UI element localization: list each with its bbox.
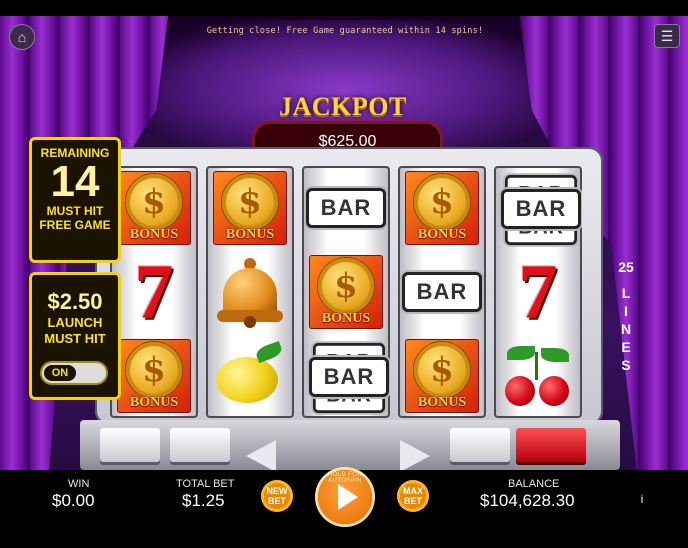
deck-button-3[interactable] xyxy=(450,428,510,462)
total-bet-value: $1.25 xyxy=(182,491,225,510)
reel-3: BAR $BONUS BAR BAR BAR xyxy=(302,166,390,418)
reel-1: $ BONUS 7 $ BONUS xyxy=(110,166,198,418)
symbol-seven: 7 xyxy=(110,250,198,334)
max-bet-button[interactable]: MAX BET xyxy=(397,480,429,512)
launch-amount: $2.50 xyxy=(47,289,103,314)
toggle-state: ON xyxy=(44,365,76,381)
menu-icon[interactable]: ☰ xyxy=(654,24,680,48)
cherry-icon xyxy=(501,344,575,408)
symbol-bar-stack: BAR BAR BAR xyxy=(494,166,582,250)
symbol-bar: BAR xyxy=(398,250,486,334)
bonus-label: BONUS xyxy=(225,227,275,242)
seven-icon: 7 xyxy=(518,248,558,335)
dollar-coin-icon: $ xyxy=(126,342,182,398)
seven-icon: 7 xyxy=(134,248,174,335)
symbol-bonus: $ BONUS xyxy=(398,334,486,418)
symbol-bonus: $ BONUS xyxy=(206,166,294,250)
symbol-seven: 7 xyxy=(494,250,582,334)
info-icon[interactable]: i xyxy=(635,492,649,506)
triple-bar-icon: BAR BAR BAR xyxy=(501,173,581,245)
symbol-bell xyxy=(206,250,294,334)
triple-bar-icon: BAR BAR BAR xyxy=(309,341,389,413)
slot-game-stage: ⌂ ☰ Getting close! Free Game guaranteed … xyxy=(0,0,688,548)
reel-2: $ BONUS xyxy=(206,166,294,418)
decrease-bet-arrow-icon[interactable] xyxy=(246,440,276,472)
win-value: $0.00 xyxy=(52,491,95,510)
top-bar xyxy=(0,0,688,16)
balance-value: $104,628.30 xyxy=(480,491,575,510)
reels-area: $ BONUS 7 $ BONUS $ BONUS BAR $ BONUS BA… xyxy=(110,166,582,418)
lines-count: 25 xyxy=(618,259,634,275)
play-icon xyxy=(338,484,358,510)
launch-label: LAUNCH xyxy=(47,315,103,330)
total-bet-label: TOTAL BET xyxy=(176,478,235,490)
increase-bet-arrow-icon[interactable] xyxy=(400,440,430,472)
autospin-hint: HOLD FOR AUTOSPIN xyxy=(327,472,363,484)
new-bet-button[interactable]: NEW BET xyxy=(261,480,293,512)
dollar-coin-icon: $ xyxy=(414,174,470,230)
jackpot-title: JACKPOT xyxy=(279,92,407,121)
deck-button-1[interactable] xyxy=(100,428,160,462)
reel-4: $ BONUS BAR $ BONUS xyxy=(398,166,486,418)
win-label: WIN xyxy=(68,478,90,490)
symbol-bonus: $ BONUS xyxy=(302,250,390,334)
symbol-cherry xyxy=(494,334,582,418)
dollar-coin-icon: $ xyxy=(126,174,182,230)
symbol-bar: BAR xyxy=(302,166,390,250)
must-hit-toggle[interactable]: ON xyxy=(42,363,106,383)
bell-icon xyxy=(215,256,285,328)
bonus-label: BONUS xyxy=(321,311,371,326)
bar-icon: BAR xyxy=(402,272,482,312)
ticker-message: Getting close! Free Game guaranteed with… xyxy=(206,26,484,36)
remaining-spins-panel: REMAINING 14 MUST HIT FREE GAME xyxy=(29,137,121,263)
dollar-coin-icon: $ xyxy=(318,258,374,314)
bonus-label: BONUS xyxy=(129,395,179,410)
free-game-label: FREE GAME xyxy=(39,218,111,232)
dollar-coin-icon: $ xyxy=(414,342,470,398)
bar-icon: BAR xyxy=(306,188,386,228)
lines-indicator: 25 LINES xyxy=(616,258,636,374)
bonus-label: BONUS xyxy=(417,395,467,410)
must-hit-label: MUST HIT xyxy=(46,204,104,218)
spin-button[interactable]: HOLD FOR AUTOSPIN xyxy=(318,470,372,524)
spin-lever-button[interactable] xyxy=(516,428,586,462)
reel-5: BAR BAR BAR 7 xyxy=(494,166,582,418)
deck-button-2[interactable] xyxy=(170,428,230,462)
symbol-bar-stack: BAR BAR BAR xyxy=(302,334,390,418)
symbol-bonus: $ BONUS xyxy=(398,166,486,250)
symbol-bonus: $ BONUS xyxy=(110,166,198,250)
lemon-icon xyxy=(214,340,286,407)
balance-label: BALANCE xyxy=(508,478,560,490)
dollar-coin-icon: $ xyxy=(222,174,278,230)
launch-panel: $2.50 LAUNCH MUST HIT ON xyxy=(29,272,121,400)
bonus-label: BONUS xyxy=(417,227,467,242)
launch-must-hit-label: MUST HIT xyxy=(44,331,106,346)
bonus-label: BONUS xyxy=(129,227,179,242)
symbol-lemon xyxy=(206,334,294,418)
home-icon[interactable]: ⌂ xyxy=(9,24,35,50)
symbol-bonus: $ BONUS xyxy=(110,334,198,418)
remaining-count: 14 xyxy=(50,157,100,206)
